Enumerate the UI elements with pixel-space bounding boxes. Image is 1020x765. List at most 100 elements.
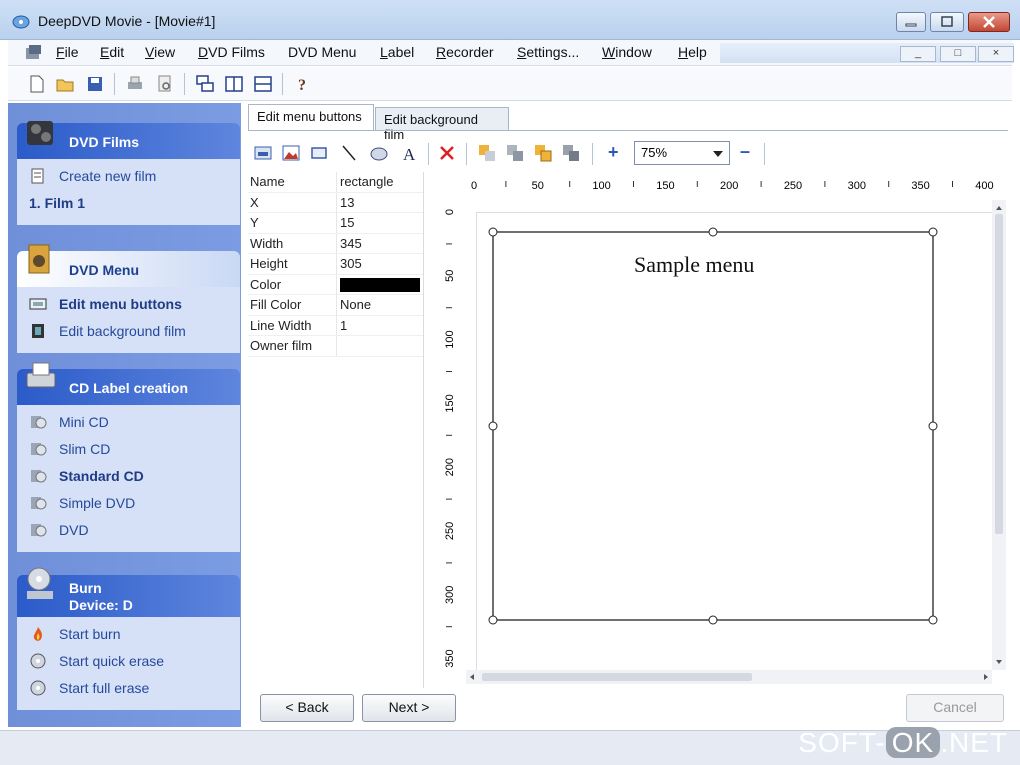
property-value[interactable]: 345: [340, 236, 362, 251]
print-preview-icon[interactable]: [156, 75, 174, 93]
property-row-height[interactable]: Height 305: [248, 254, 423, 275]
insert-button-icon[interactable]: [254, 144, 272, 162]
menu-view[interactable]: View: [145, 44, 175, 60]
ruler-label: 250: [784, 180, 802, 192]
back-button[interactable]: < Back: [260, 694, 354, 722]
sidebar-item-start-quick-erase[interactable]: Start quick erase: [17, 648, 240, 675]
property-row-line-width[interactable]: Line Width 1: [248, 315, 423, 336]
mdi-restore-button[interactable]: □: [940, 46, 976, 62]
selected-rectangle[interactable]: [476, 212, 992, 670]
menu-edit[interactable]: Edit: [100, 44, 124, 60]
property-row-owner-film[interactable]: Owner film: [248, 336, 423, 357]
ellipse-tool-icon[interactable]: [370, 144, 388, 162]
vertical-scrollbar[interactable]: [992, 200, 1006, 670]
property-value[interactable]: None: [340, 297, 371, 312]
send-backward-icon[interactable]: [562, 144, 580, 162]
insert-image-icon[interactable]: [282, 144, 300, 162]
editor-tabs: Edit menu buttons Edit background film: [248, 104, 1008, 142]
rectangle-tool-icon[interactable]: [310, 144, 328, 162]
save-icon[interactable]: [86, 75, 104, 93]
minimize-button[interactable]: [896, 12, 926, 32]
menu-dvd-films[interactable]: DVD Films: [198, 44, 265, 60]
ruler-label: 100: [444, 330, 456, 348]
property-row-x[interactable]: X 13: [248, 192, 423, 213]
property-row-width[interactable]: Width 345: [248, 233, 423, 254]
horizontal-scrollbar[interactable]: [466, 670, 992, 684]
burner-icon: [27, 567, 53, 599]
ruler-label: 300: [444, 586, 456, 604]
next-button[interactable]: Next >: [362, 694, 456, 722]
property-value[interactable]: 15: [340, 215, 354, 230]
delete-icon[interactable]: [438, 144, 456, 162]
zoom-in-button[interactable]: +: [608, 142, 619, 163]
group-body: Create new film 1. Film 1: [17, 159, 240, 225]
sidebar-item-standard-cd[interactable]: Standard CD: [17, 463, 240, 490]
group-header-burn[interactable]: Burn Device: D: [17, 567, 240, 617]
zoom-select[interactable]: 75%: [634, 141, 730, 165]
sample-menu-text[interactable]: Sample menu: [634, 252, 754, 278]
property-row-y[interactable]: Y 15: [248, 213, 423, 234]
group-title: Burn: [69, 580, 102, 596]
group-title: CD Label creation: [69, 380, 189, 396]
maximize-button[interactable]: [930, 12, 964, 32]
menu-label[interactable]: Label: [380, 44, 414, 60]
toolbar-separator: [428, 143, 429, 165]
tile-vertical-icon[interactable]: [225, 75, 243, 93]
menu-window[interactable]: Window: [602, 44, 652, 60]
menu-dvd-menu[interactable]: DVD Menu: [288, 44, 356, 60]
color-swatch[interactable]: [340, 277, 420, 292]
tile-horizontal-icon[interactable]: [254, 75, 272, 93]
tab-edit-menu-buttons[interactable]: Edit menu buttons: [248, 104, 374, 131]
property-row-fill-color[interactable]: Fill Color None: [248, 295, 423, 316]
zoom-value: 75%: [641, 145, 668, 160]
sidebar-item-slim-cd[interactable]: Slim CD: [17, 436, 240, 463]
document-window-icon[interactable]: [25, 44, 43, 61]
ruler-label: 350: [911, 180, 929, 192]
sidebar-item-mini-cd[interactable]: Mini CD: [17, 409, 240, 436]
help-icon[interactable]: ?: [294, 75, 312, 93]
property-value[interactable]: 13: [340, 195, 354, 210]
property-value[interactable]: rectangle: [340, 174, 393, 189]
group-header-cd-label[interactable]: CD Label creation: [17, 362, 240, 405]
property-row-name[interactable]: Name rectangle: [248, 172, 423, 193]
property-value[interactable]: 1: [340, 318, 347, 333]
line-tool-icon[interactable]: [340, 144, 358, 162]
group-header-dvd-films[interactable]: DVD Films: [17, 121, 240, 159]
editor-toolbar: A + 75% –: [248, 137, 1008, 169]
open-icon[interactable]: [56, 75, 74, 93]
menu-settings[interactable]: Settings...: [517, 44, 579, 60]
resize-handle: [708, 615, 718, 625]
sidebar-item-start-burn[interactable]: Start burn: [17, 621, 240, 648]
mdi-close-button[interactable]: ×: [978, 46, 1014, 62]
sidebar-item-film-1[interactable]: 1. Film 1: [17, 190, 240, 217]
sidebar-item-dvd[interactable]: DVD: [17, 517, 240, 544]
mdi-minimize-button[interactable]: _: [900, 46, 936, 62]
bring-to-front-icon[interactable]: [478, 144, 496, 162]
cascade-icon[interactable]: [196, 75, 214, 93]
sidebar-item-create-new-film[interactable]: Create new film: [17, 163, 240, 190]
vertical-ruler: 0 50 100 150 200 250 300 350: [436, 200, 462, 688]
menu-help[interactable]: Help: [678, 44, 707, 60]
property-row-color[interactable]: Color: [248, 274, 423, 295]
bring-forward-icon[interactable]: [534, 144, 552, 162]
menu-file[interactable]: File: [56, 44, 79, 60]
sidebar-item-edit-background-film[interactable]: Edit background film: [17, 318, 240, 345]
text-tool-icon[interactable]: A: [400, 144, 418, 162]
group-body: Edit menu buttons Edit background film: [17, 287, 240, 353]
new-icon[interactable]: [28, 75, 46, 93]
sidebar-item-simple-dvd[interactable]: Simple DVD: [17, 490, 240, 517]
tab-edit-background-film[interactable]: Edit background film: [375, 107, 509, 142]
close-button[interactable]: [968, 12, 1010, 32]
cancel-button[interactable]: Cancel: [906, 694, 1004, 722]
resize-handle: [928, 421, 938, 431]
sidebar-item-edit-menu-buttons[interactable]: Edit menu buttons: [17, 291, 240, 318]
flame-icon: [33, 627, 42, 641]
zoom-out-button[interactable]: –: [740, 141, 750, 162]
print-icon[interactable]: [126, 75, 144, 93]
property-value[interactable]: 305: [340, 256, 362, 271]
ruler-label: 0: [471, 180, 477, 192]
send-to-back-icon[interactable]: [506, 144, 524, 162]
menu-recorder[interactable]: Recorder: [436, 44, 494, 60]
sidebar-item-start-full-erase[interactable]: Start full erase: [17, 675, 240, 702]
group-header-dvd-menu[interactable]: DVD Menu: [17, 244, 240, 287]
